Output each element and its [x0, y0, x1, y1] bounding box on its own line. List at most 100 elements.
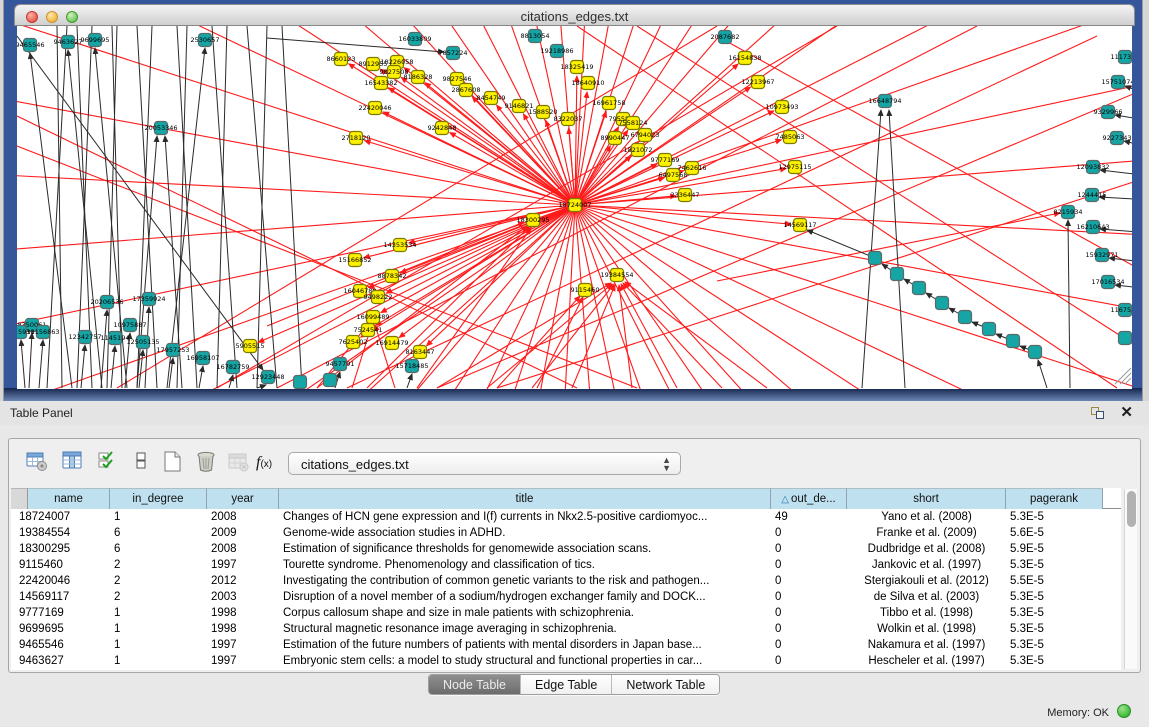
delete-column-icon[interactable] [195, 450, 219, 474]
graph-node[interactable]: 22420046 [358, 102, 391, 115]
graph-node[interactable] [294, 376, 307, 389]
table-row[interactable]: 969969511998Structural magnetic resonanc… [11, 622, 1121, 638]
graph-node-label: 20053346 [144, 124, 177, 132]
graph-edge [575, 26, 1102, 205]
graph-node[interactable]: 8660123 [327, 53, 356, 66]
graph-node[interactable] [983, 323, 996, 336]
graph-node[interactable]: 12975115 [778, 161, 811, 174]
table-row[interactable]: 1938455462009Genome-wide association stu… [11, 526, 1121, 542]
tab-node-table[interactable]: Node Table [429, 675, 521, 694]
graph-node[interactable] [1119, 332, 1132, 345]
graph-node[interactable]: 8454749 [477, 92, 506, 105]
graph-node[interactable]: 9115460 [571, 284, 600, 297]
graph-node[interactable]: 15166852 [338, 254, 371, 267]
graph-node[interactable]: 16958107 [186, 352, 219, 365]
column-header-in_degree[interactable]: in_degree [110, 488, 207, 509]
graph-node[interactable]: 1117353 [1111, 51, 1132, 64]
graph-node[interactable]: 5905515 [236, 340, 265, 353]
graph-node[interactable]: 7485063 [776, 131, 805, 144]
column-header-year[interactable]: year [207, 488, 279, 509]
graph-node[interactable]: 9329966 [1094, 106, 1123, 119]
table-row[interactable]: 977716911998Corpus callosum shape and si… [11, 606, 1121, 622]
graph-node[interactable]: 9465546 [17, 39, 44, 52]
graph-node[interactable]: 8215934 [1054, 206, 1083, 219]
table-mode-icon[interactable] [131, 450, 155, 474]
graph-node[interactable] [913, 282, 926, 295]
table-row[interactable]: 946362711997Embryonic stem cells: a mode… [11, 654, 1121, 670]
graph-node[interactable]: 17016534 [1091, 276, 1124, 289]
graph-node[interactable]: 18325419 [560, 61, 593, 74]
create-column-icon[interactable] [161, 450, 185, 474]
graph-node[interactable]: 14353534 [383, 239, 416, 252]
graph-node[interactable]: 16543382 [364, 77, 397, 90]
graph-node[interactable]: 2336447 [671, 189, 700, 202]
close-panel-icon[interactable]: ✕ [1120, 403, 1133, 421]
table-row[interactable]: 1456911722003Disruption of a novel membe… [11, 590, 1121, 606]
network-canvas[interactable]: 1872400786601238912955182260589827508818… [17, 26, 1132, 389]
graph-node[interactable]: 9457791 [326, 358, 355, 371]
graph-node[interactable] [959, 311, 972, 324]
graph-node[interactable]: 7558124 [619, 117, 648, 130]
graph-node[interactable]: 9498222 [364, 291, 393, 304]
row-selection-icon[interactable] [97, 450, 121, 474]
graph-node-label: 20206536 [90, 298, 123, 306]
graph-node[interactable]: 15932971 [1085, 249, 1118, 262]
graph-node[interactable] [936, 297, 949, 310]
column-visibility-icon[interactable] [62, 450, 86, 474]
graph-node[interactable]: 2718120 [342, 132, 371, 145]
column-header-pagerank[interactable]: pagerank [1006, 488, 1103, 509]
graph-node[interactable] [1007, 335, 1020, 348]
graph-node[interactable]: 16648794 [868, 95, 901, 108]
graph-node[interactable]: 1167531 [1111, 304, 1132, 317]
graph-node[interactable]: 9699695 [81, 34, 110, 47]
graph-node[interactable]: 17957253 [156, 344, 189, 357]
window-titlebar[interactable]: citations_edges.txt [14, 4, 1135, 26]
graph-node[interactable]: 19384554 [600, 269, 633, 282]
graph-node[interactable]: 15718485 [395, 360, 428, 373]
column-header-short[interactable]: short [847, 488, 1006, 509]
graph-node[interactable] [891, 268, 904, 281]
cell-short: Hescheler et al. (1997) [847, 655, 1006, 667]
table-options-icon[interactable] [26, 450, 50, 474]
graph-node[interactable] [324, 374, 337, 387]
function-builder-icon[interactable]: f(x) [256, 454, 272, 472]
graph-node[interactable]: 9242848 [428, 122, 457, 135]
tab-network-table[interactable]: Network Table [612, 675, 719, 694]
graph-node[interactable]: 8813054 [521, 30, 550, 43]
table-row[interactable]: 946554611997Estimation of the future num… [11, 638, 1121, 654]
column-header-out_de[interactable]: △out_de... [771, 488, 847, 509]
graph-node[interactable]: 2530657 [191, 34, 220, 47]
graph-node[interactable]: 7625402 [339, 336, 368, 349]
graph-node[interactable]: 12342757 [68, 331, 101, 344]
table-selector-dropdown[interactable]: citations_edges.txt ▲▼ [288, 452, 681, 475]
scrollbar-thumb[interactable] [1127, 491, 1136, 527]
graph-node[interactable]: 8163447 [406, 346, 435, 359]
table-row[interactable]: 1830029562008Estimation of significance … [11, 542, 1121, 558]
float-panel-icon[interactable] [1091, 407, 1105, 420]
graph-node[interactable]: 1244415 [1078, 189, 1107, 202]
table-row[interactable]: 1872400712008Changes of HCN gene express… [11, 510, 1121, 526]
column-header-name[interactable]: name [28, 488, 110, 509]
graph-node[interactable]: 16099489 [356, 311, 389, 324]
graph-node[interactable]: 19218986 [540, 45, 573, 58]
graph-node[interactable]: 12093832 [1076, 161, 1109, 174]
graph-node[interactable]: 20053346 [144, 122, 177, 135]
vertical-scrollbar[interactable] [1124, 489, 1137, 669]
column-header-title[interactable]: title [279, 488, 771, 509]
tab-edge-table[interactable]: Edge Table [521, 675, 612, 694]
graph-node-label: 2336447 [671, 191, 700, 199]
graph-node[interactable]: 16033809 [398, 33, 431, 46]
graph-node[interactable]: 16914479 [375, 337, 408, 350]
graph-node[interactable]: 6794023 [631, 129, 660, 142]
graph-node[interactable]: 12923448 [251, 371, 284, 384]
graph-node[interactable] [1029, 346, 1042, 359]
table-row[interactable]: 911546021997Tourette syndrome. Phenomeno… [11, 558, 1121, 574]
graph-node[interactable]: 16961758 [592, 97, 625, 110]
memory-status-indicator[interactable] [1117, 704, 1131, 718]
delete-table-icon[interactable] [227, 450, 251, 474]
graph-node[interactable]: 17359924 [132, 293, 165, 306]
graph-node[interactable] [869, 252, 882, 265]
graph-node[interactable]: 9227343 [1103, 132, 1132, 145]
graph-edge [247, 26, 277, 388]
table-row[interactable]: 2242004622012Investigating the contribut… [11, 574, 1121, 590]
